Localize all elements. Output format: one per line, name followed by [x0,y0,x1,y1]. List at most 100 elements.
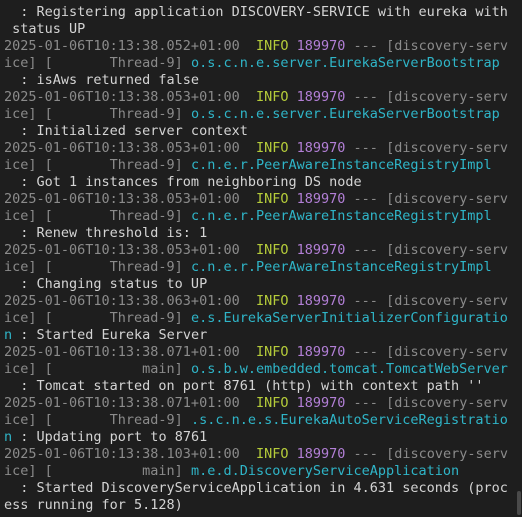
log-line: n : Updating port to 8761 [4,429,516,446]
log-line: ice] [ Thread-9] e.s.EurekaServerInitial… [4,310,516,327]
log-separator: --- [353,446,378,462]
log-line: 2025-01-06T10:13:38.053+01:00 INFO 18997… [4,242,516,259]
log-separator: --- [353,395,378,411]
log-app-name: [discovery-serv [386,38,508,54]
log-line: 2025-01-06T10:13:38.071+01:00 INFO 18997… [4,395,516,412]
log-line: status UP [4,21,516,38]
log-line: ice] [ Thread-9] c.n.e.r.PeerAwareInstan… [4,157,516,174]
log-line: : Got 1 instances from neighboring DS no… [4,174,516,191]
log-timestamp: 2025-01-06T10:13:38.053+01:00 [4,89,240,105]
log-timestamp: 2025-01-06T10:13:38.071+01:00 [4,344,240,360]
log-timestamp: 2025-01-06T10:13:38.053+01:00 [4,242,240,258]
log-logger: n [4,429,13,445]
log-logger: o.s.b.w.embedded.tomcat.TomcatWebServer [190,361,508,377]
log-line: 2025-01-06T10:13:38.071+01:00 INFO 18997… [4,344,516,361]
log-level: INFO [255,293,289,309]
log-logger: c.n.e.r.PeerAwareInstanceRegistryImpl [190,157,492,173]
log-app-name: [discovery-serv [386,344,508,360]
log-line: : isAws returned false [4,72,516,89]
log-pid: 189970 [296,242,346,258]
log-message: ess running for 5.128) [4,497,183,513]
log-line: ess running for 5.128) [4,497,516,514]
log-logger: m.e.d.DiscoveryServiceApplication [190,463,460,479]
log-logger: e.s.EurekaServerInitializerConfiguratio [190,310,508,326]
log-pid: 189970 [296,446,346,462]
log-thread: ice] [ Thread-9] [4,55,191,71]
log-line: 2025-01-06T10:13:38.063+01:00 INFO 18997… [4,293,516,310]
log-message: : Started DiscoveryServiceApplication in… [4,480,508,496]
log-pid: 189970 [296,89,346,105]
log-timestamp: 2025-01-06T10:13:38.053+01:00 [4,140,240,156]
log-app-name: [discovery-serv [386,293,508,309]
log-pid: 189970 [296,191,346,207]
log-level: INFO [255,395,289,411]
log-app-name: [discovery-serv [386,242,508,258]
vertical-scrollbar[interactable] [516,0,522,517]
log-line: 2025-01-06T10:13:38.053+01:00 INFO 18997… [4,89,516,106]
log-logger: o.s.c.n.e.server.EurekaServerBootstrap [190,55,500,71]
log-pid: 189970 [296,395,346,411]
log-line: 2025-01-06T10:13:38.053+01:00 INFO 18997… [4,140,516,157]
log-timestamp: 2025-01-06T10:13:38.052+01:00 [4,38,240,54]
log-separator: --- [353,191,378,207]
log-thread: ice] [ Thread-9] [4,208,191,224]
log-separator: --- [353,38,378,54]
log-app-name: [discovery-serv [386,89,508,105]
log-line: : Registering application DISCOVERY-SERV… [4,4,516,21]
log-separator: --- [353,89,378,105]
log-line: 2025-01-06T10:13:38.103+01:00 INFO 18997… [4,446,516,463]
log-level: INFO [255,191,289,207]
log-timestamp: 2025-01-06T10:13:38.071+01:00 [4,395,240,411]
log-line: ice] [ Thread-9] c.n.e.r.PeerAwareInstan… [4,208,516,225]
log-separator: --- [353,293,378,309]
log-app-name: [discovery-serv [386,140,508,156]
log-message: : Changing status to UP [4,276,208,292]
log-thread: ice] [ Thread-9] [4,412,191,428]
log-pid: 189970 [296,140,346,156]
log-timestamp: 2025-01-06T10:13:38.103+01:00 [4,446,240,462]
log-timestamp: 2025-01-06T10:13:38.063+01:00 [4,293,240,309]
log-line: ice] [ main] m.e.d.DiscoveryServiceAppli… [4,463,516,480]
log-message: : Renew threshold is: 1 [4,225,208,241]
log-thread: ice] [ Thread-9] [4,259,191,275]
log-thread: ice] [ Thread-9] [4,310,191,326]
log-line: ice] [ Thread-9] o.s.c.n.e.server.Eureka… [4,55,516,72]
log-message: status UP [4,21,86,37]
log-app-name: [discovery-serv [386,395,508,411]
log-level: INFO [255,446,289,462]
scrollbar-thumb[interactable] [517,491,521,515]
log-line: : Initialized server context [4,123,516,140]
log-level: INFO [255,38,289,54]
log-thread: ice] [ Thread-9] [4,106,191,122]
log-timestamp: 2025-01-06T10:13:38.053+01:00 [4,191,240,207]
log-message: : Registering application DISCOVERY-SERV… [4,4,508,20]
log-pid: 189970 [296,293,346,309]
log-message: : Got 1 instances from neighboring DS no… [4,174,362,190]
log-logger: o.s.c.n.e.server.EurekaServerBootstrap [190,106,500,122]
log-line: : Changing status to UP [4,276,516,293]
log-message: : Initialized server context [4,123,248,139]
log-message: : Started Eureka Server [12,327,208,343]
log-message: : Updating port to 8761 [12,429,208,445]
log-level: INFO [255,242,289,258]
log-line: n : Started Eureka Server [4,327,516,344]
log-separator: --- [353,242,378,258]
log-logger: c.n.e.r.PeerAwareInstanceRegistryImpl [190,208,492,224]
log-line: ice] [ Thread-9] c.n.e.r.PeerAwareInstan… [4,259,516,276]
terminal-output[interactable]: : Registering application DISCOVERY-SERV… [0,0,516,517]
log-app-name: [discovery-serv [386,191,508,207]
log-level: INFO [255,140,289,156]
log-thread: ice] [ main] [4,361,191,377]
log-level: INFO [255,89,289,105]
log-line: ice] [ Thread-9] .s.c.n.e.s.EurekaAutoSe… [4,412,516,429]
log-separator: --- [353,140,378,156]
log-separator: --- [353,344,378,360]
log-logger: c.n.e.r.PeerAwareInstanceRegistryImpl [190,259,492,275]
log-thread: ice] [ Thread-9] [4,157,191,173]
log-line: 2025-01-06T10:13:38.052+01:00 INFO 18997… [4,38,516,55]
log-line: : Renew threshold is: 1 [4,225,516,242]
log-pid: 189970 [296,38,346,54]
log-app-name: [discovery-serv [386,446,508,462]
log-logger: .s.c.n.e.s.EurekaAutoServiceRegistratio [190,412,508,428]
log-message: : isAws returned false [4,72,200,88]
